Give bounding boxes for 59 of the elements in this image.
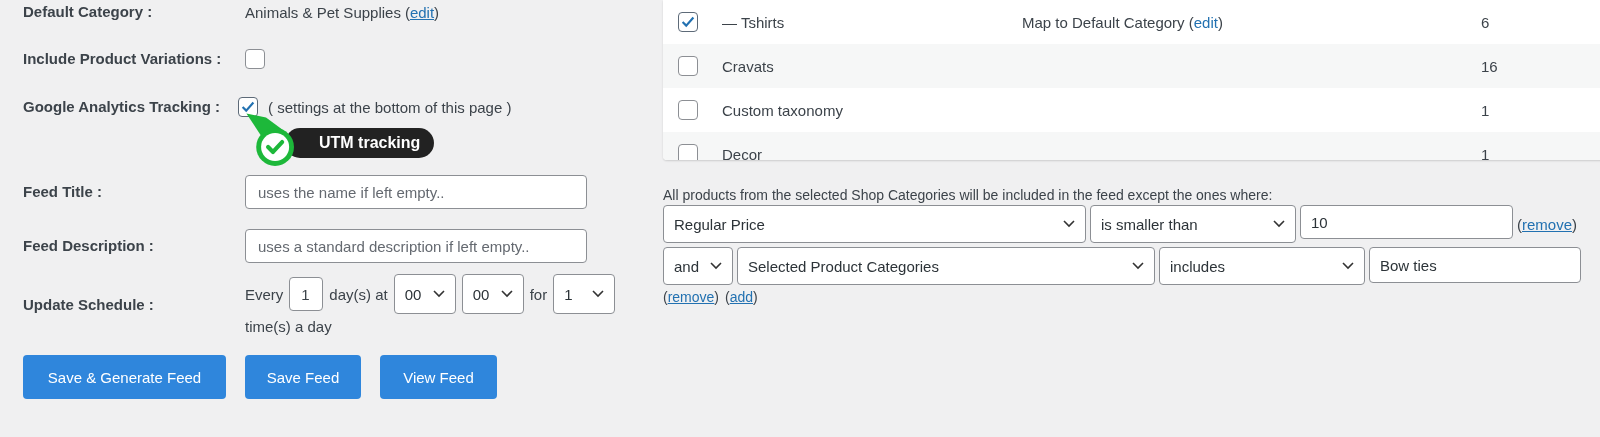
caret-icon xyxy=(500,290,513,298)
attribute-select[interactable]: Selected Product Categories xyxy=(737,247,1155,285)
minute-select[interactable]: 00 xyxy=(461,274,524,314)
schedule-text: for xyxy=(529,285,548,303)
filter-link-wrap: (remove) xyxy=(663,289,720,305)
remove-link-wrap: (remove) xyxy=(1517,215,1578,233)
caret-icon xyxy=(710,262,722,270)
product-count: 1 xyxy=(1481,145,1491,160)
attribute-select[interactable]: Regular Price xyxy=(663,205,1086,243)
caret-icon xyxy=(1132,262,1144,270)
edit-link[interactable]: edit xyxy=(409,3,435,21)
category-name: — Tshirts xyxy=(722,13,786,31)
schedule-text: day(s) at xyxy=(329,285,388,303)
edit-link[interactable]: edit xyxy=(1193,13,1218,31)
product-count: 16 xyxy=(1481,57,1499,75)
checkbox[interactable] xyxy=(245,49,265,69)
field-label: Feed Title : xyxy=(23,182,103,203)
description-input-field[interactable]: uses a standard description if left empty.. xyxy=(245,229,587,263)
product-count: 1 xyxy=(1481,101,1491,119)
category-name: Custom taxonomy xyxy=(722,101,844,119)
schedule-text: time(s) a day xyxy=(245,318,333,335)
category-value: Animals & Pet Supplies xyxy=(245,3,401,21)
condition-select[interactable]: includes xyxy=(1159,247,1365,285)
filter-link-wrap: (add) xyxy=(725,289,758,305)
field-label: Feed Description : xyxy=(23,236,155,257)
edit-link-wrap: (edit) xyxy=(404,3,440,21)
checkbox[interactable] xyxy=(678,56,698,76)
days-input-field[interactable]: 1 xyxy=(289,277,324,311)
hour-select[interactable]: 00 xyxy=(393,274,456,314)
action-button[interactable]: Save & Generate Feed xyxy=(23,355,226,399)
connector-select[interactable]: and xyxy=(663,247,733,285)
caret-icon xyxy=(1342,262,1354,270)
value-input-field[interactable]: 10 xyxy=(1300,205,1513,239)
filter-link[interactable]: add xyxy=(729,289,754,305)
caret-icon xyxy=(1273,220,1285,228)
category-name: Cravats xyxy=(722,57,775,75)
product-count: 6 xyxy=(1481,13,1491,31)
checkbox[interactable] xyxy=(678,12,698,32)
action-button[interactable]: View Feed xyxy=(380,355,497,399)
condition-select[interactable]: is smaller than xyxy=(1090,205,1296,243)
field-label: Google Analytics Tracking : xyxy=(23,97,221,118)
times-select[interactable]: 1 xyxy=(553,274,616,314)
title-input-field[interactable]: uses the name if left empty.. xyxy=(245,175,587,209)
field-label: Update Schedule : xyxy=(23,294,155,315)
checkbox[interactable] xyxy=(238,97,258,117)
caret-icon xyxy=(592,290,605,298)
filter-description: All products from the selected Shop Categories will be included in the feed except the ones where: xyxy=(663,187,1274,203)
action-button[interactable]: Save Feed xyxy=(245,355,361,399)
field-label: Default Category : xyxy=(23,2,154,23)
checkbox[interactable] xyxy=(678,144,698,160)
category-name: Decor xyxy=(722,145,763,160)
value-input-field[interactable]: Bow ties xyxy=(1369,247,1581,283)
caret-icon xyxy=(1063,220,1075,228)
checkbox[interactable] xyxy=(678,100,698,120)
hint-text: ( settings at the bottom of this page ) xyxy=(268,98,512,116)
field-label: Include Product Variations : xyxy=(23,49,223,70)
caret-icon xyxy=(432,290,445,298)
mapping-text: Map to Default Category (edit) xyxy=(1022,13,1223,31)
schedule-text: Every xyxy=(245,285,284,303)
